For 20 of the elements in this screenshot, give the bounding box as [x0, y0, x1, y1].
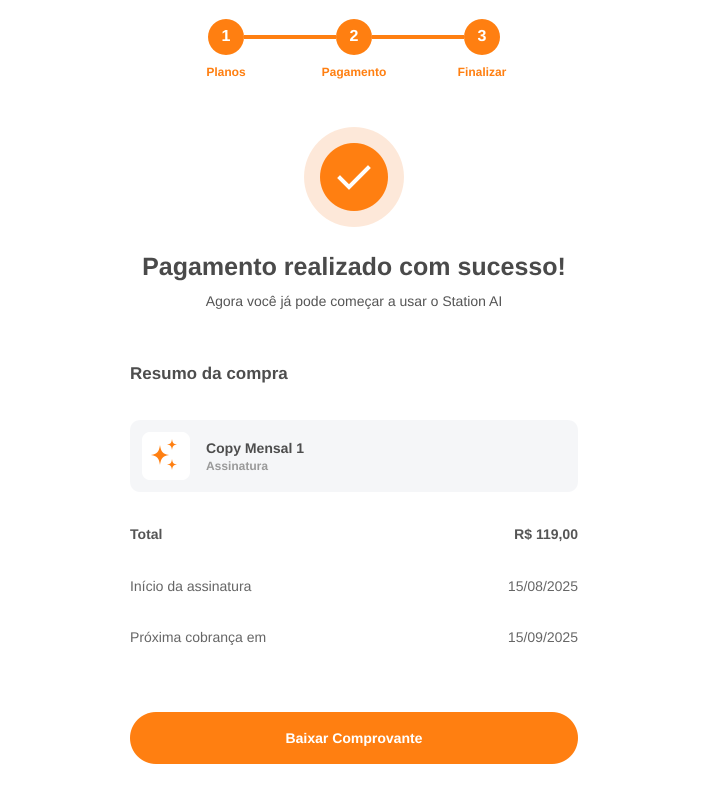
summary-label: Próxima cobrança em — [130, 628, 266, 647]
summary-label: Início da assinatura — [130, 576, 252, 596]
download-receipt-button[interactable]: Baixar Comprovante — [130, 712, 578, 764]
success-subtitle: Agora você já pode começar a usar o Station AI — [204, 292, 504, 311]
product-type: Assinatura — [206, 458, 270, 474]
step-number: 1 — [208, 19, 244, 55]
product-name: Copy Mensal 1 — [206, 438, 304, 458]
summary-label: Total — [130, 525, 162, 544]
step-label: Finalizar — [458, 64, 506, 80]
step-label: Pagamento — [322, 64, 386, 80]
sparkles-icon — [142, 432, 190, 480]
step-number: 3 — [464, 19, 500, 55]
success-check-icon — [304, 127, 404, 227]
step-label: Planos — [206, 64, 246, 80]
summary-value: 15/08/2025 — [508, 576, 578, 596]
summary-value: 15/09/2025 — [508, 628, 578, 647]
success-title: Pagamento realizado com sucesso! — [141, 252, 567, 283]
summary-heading: Resumo da compra — [130, 363, 289, 385]
summary-value: R$ 119,00 — [514, 525, 578, 544]
step-number: 2 — [336, 19, 372, 55]
